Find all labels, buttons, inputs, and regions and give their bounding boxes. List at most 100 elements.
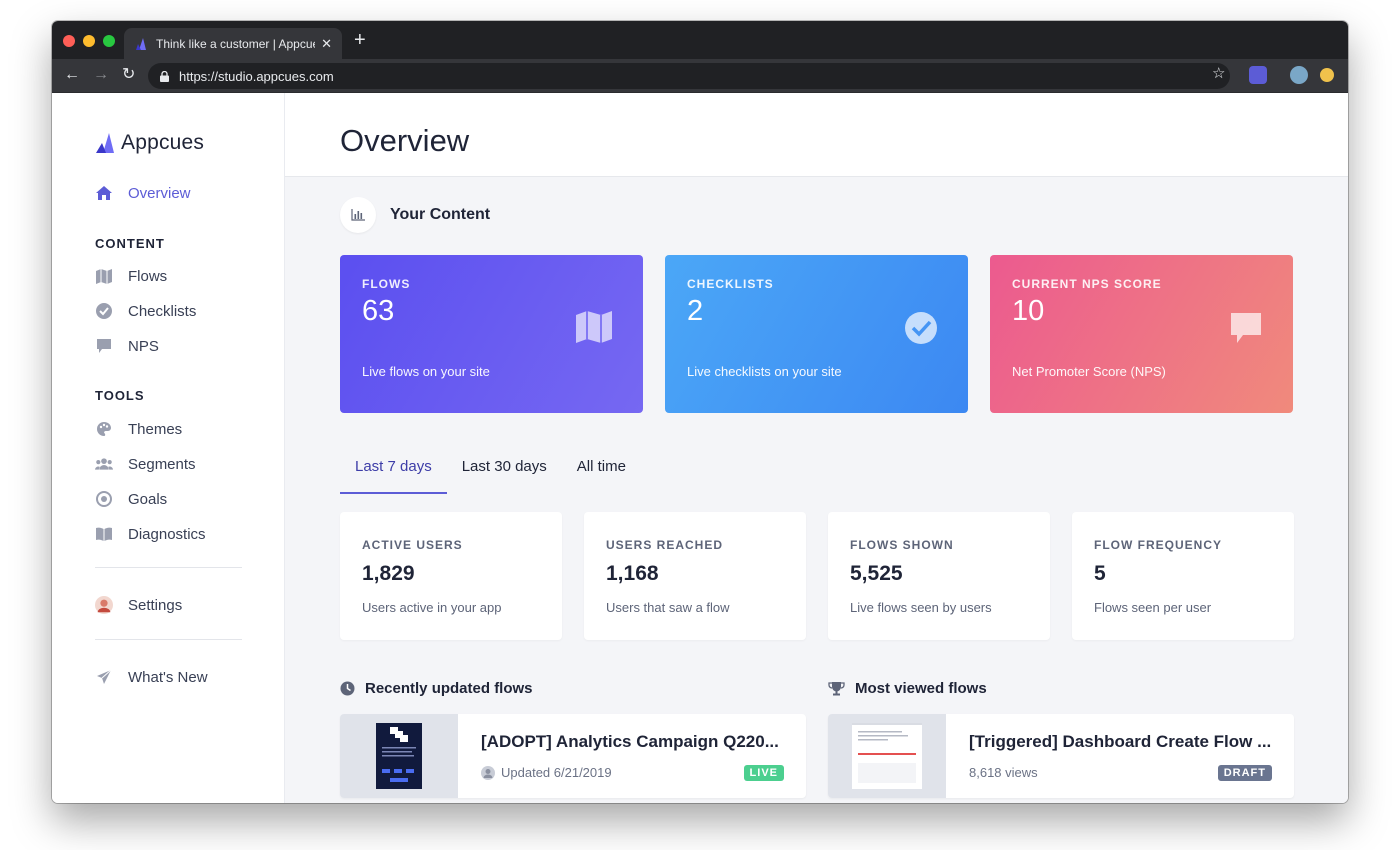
browser-window: Think like a customer | Appcues ✕ + ← → … [52, 21, 1348, 803]
flow-updated-text: Updated 6/21/2019 [501, 765, 612, 780]
close-window-button[interactable] [63, 35, 75, 47]
most-viewed-title: Most viewed flows [855, 680, 987, 697]
sidebar-item-label: Overview [128, 184, 191, 202]
stat-value: 1,829 [362, 562, 415, 585]
close-tab-icon[interactable]: ✕ [321, 36, 332, 52]
sidebar-item-themes[interactable]: Themes [95, 417, 182, 441]
flow-meta: Updated 6/21/2019 [481, 765, 612, 780]
card-label: CURRENT NPS SCORE [1012, 277, 1162, 291]
palette-icon [95, 420, 113, 438]
chat-bubble-icon [95, 337, 113, 355]
flow-title[interactable]: [Triggered] Dashboard Create Flow ... [969, 732, 1279, 752]
stat-label: USERS REACHED [606, 538, 724, 552]
stat-subtitle: Live flows seen by users [850, 600, 992, 615]
checklists-card[interactable]: CHECKLISTS 2 Live checklists on your sit… [665, 255, 968, 413]
forward-icon[interactable]: → [93, 66, 109, 84]
status-badge: DRAFT [1217, 765, 1272, 781]
back-icon[interactable]: ← [64, 66, 80, 84]
profile-avatar-icon[interactable] [1290, 66, 1308, 84]
time-range-tabs: Last 7 days Last 30 days All time [340, 448, 641, 496]
chat-bubble-icon [1231, 313, 1261, 343]
appcues-logo[interactable]: Appcues [95, 131, 204, 155]
sidebar-item-overview[interactable]: Overview [95, 181, 191, 205]
app: Appcues Overview CONTENT Flows Checklist… [52, 93, 1348, 803]
recent-flow-card[interactable]: [ADOPT] Analytics Campaign Q220... Updat… [340, 714, 806, 798]
map-icon [576, 311, 612, 343]
your-content-header: Your Content [340, 197, 490, 233]
paper-plane-icon [95, 668, 113, 686]
omnibox[interactable]: https://studio.appcues.com [148, 63, 1230, 89]
sidebar-item-checklists[interactable]: Checklists [95, 299, 196, 323]
stat-value: 5,525 [850, 562, 903, 585]
minimize-window-button[interactable] [83, 35, 95, 47]
users-icon [95, 455, 113, 473]
content-section-heading: CONTENT [95, 236, 165, 251]
clock-icon [340, 681, 355, 696]
sidebar-divider [95, 567, 242, 568]
tab-last-30-days[interactable]: Last 30 days [447, 448, 562, 494]
sidebar: Appcues Overview CONTENT Flows Checklist… [52, 93, 285, 803]
bookmark-star-icon[interactable]: ☆ [1212, 64, 1225, 82]
sidebar-item-goals[interactable]: Goals [95, 487, 167, 511]
tab-all-time[interactable]: All time [562, 448, 641, 494]
stat-subtitle: Users that saw a flow [606, 600, 730, 615]
lock-icon [160, 70, 169, 82]
sidebar-item-label: Diagnostics [128, 525, 206, 543]
target-icon [95, 490, 113, 508]
nps-card[interactable]: CURRENT NPS SCORE 10 Net Promoter Score … [990, 255, 1293, 413]
card-label: FLOWS [362, 277, 411, 291]
appcues-favicon-icon [136, 37, 146, 50]
sidebar-item-diagnostics[interactable]: Diagnostics [95, 522, 206, 546]
sidebar-item-whats-new[interactable]: What's New [95, 665, 208, 689]
home-icon [95, 184, 113, 202]
url-text: https://studio.appcues.com [179, 68, 334, 84]
sidebar-divider [95, 639, 242, 640]
sidebar-item-flows[interactable]: Flows [95, 264, 167, 288]
flows-card[interactable]: FLOWS 63 Live flows on your site [340, 255, 643, 413]
user-avatar-icon [481, 765, 495, 780]
stat-subtitle: Users active in your app [362, 600, 502, 615]
sidebar-item-nps[interactable]: NPS [95, 334, 159, 358]
most-viewed-flow-card[interactable]: [Triggered] Dashboard Create Flow ... 8,… [828, 714, 1294, 798]
flow-thumbnail [828, 714, 946, 798]
stat-value: 1,168 [606, 562, 659, 585]
sidebar-item-label: Themes [128, 420, 183, 438]
check-circle-icon [905, 312, 937, 344]
flow-meta: 8,618 views [969, 765, 1038, 780]
stat-label: FLOW FREQUENCY [1094, 538, 1222, 552]
sidebar-item-label: Segments [128, 455, 196, 473]
flow-thumbnail [340, 714, 458, 798]
sidebar-item-segments[interactable]: Segments [95, 452, 196, 476]
tab-title: Think like a customer | Appcues [156, 36, 316, 51]
browser-tab[interactable]: Think like a customer | Appcues ✕ [124, 28, 342, 59]
maximize-window-button[interactable] [103, 35, 115, 47]
stat-active-users: ACTIVE USERS 1,829 Users active in your … [340, 512, 562, 640]
sidebar-item-label: Goals [128, 490, 168, 508]
tools-section-heading: TOOLS [95, 388, 145, 403]
stat-users-reached: USERS REACHED 1,168 Users that saw a flo… [584, 512, 806, 640]
window-controls [63, 35, 115, 47]
tab-last-7-days[interactable]: Last 7 days [340, 448, 447, 494]
appcues-extension-icon[interactable] [1249, 66, 1267, 84]
stat-flows-shown: FLOWS SHOWN 5,525 Live flows seen by use… [828, 512, 1050, 640]
card-subtitle: Live flows on your site [362, 364, 490, 379]
page-header: Overview [285, 93, 1348, 177]
flow-title[interactable]: [ADOPT] Analytics Campaign Q220... [481, 732, 791, 752]
main-content: Overview Your Content FLOWS 63 Live flow… [285, 93, 1348, 803]
tab-bar: Think like a customer | Appcues ✕ + [52, 21, 1348, 59]
sidebar-item-settings[interactable]: Settings [95, 593, 182, 617]
your-content-title: Your Content [390, 206, 491, 223]
reload-icon[interactable]: ↻ [122, 66, 135, 84]
status-badge: LIVE [743, 765, 784, 781]
appcues-logo-icon [96, 133, 114, 153]
sidebar-item-label: NPS [128, 337, 159, 355]
recently-updated-title: Recently updated flows [365, 680, 533, 697]
stat-label: ACTIVE USERS [362, 538, 463, 552]
recently-updated-header: Recently updated flows [340, 680, 533, 697]
check-circle-icon [95, 302, 113, 320]
page-title: Overview [340, 123, 470, 158]
new-tab-icon[interactable]: + [354, 30, 366, 50]
logo-text: Appcues [121, 131, 205, 154]
extension-coin-icon[interactable] [1320, 68, 1334, 82]
user-avatar-icon [95, 596, 113, 614]
